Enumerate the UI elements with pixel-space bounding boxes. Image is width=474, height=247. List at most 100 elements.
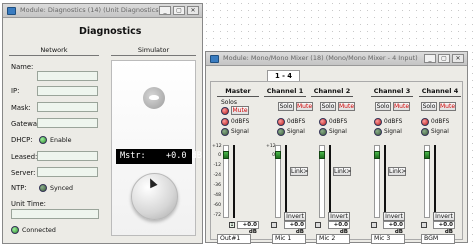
diagnostics-window: Module: Diagnostics (14) (Unit Diagnosti… — [2, 3, 203, 244]
channel-3-gang-box[interactable] — [371, 222, 377, 228]
master-signal-label: Signal — [231, 129, 249, 135]
scale-label: -36 — [213, 183, 221, 188]
channel-2-level-readout: +0.0 dB — [328, 221, 350, 235]
master-gang-indicator[interactable]: 1 — [229, 222, 235, 228]
channel-2-level-meter — [329, 145, 331, 218]
gateway-field — [37, 118, 98, 128]
channel-2-gang-box[interactable] — [315, 222, 321, 228]
master-mute-button[interactable]: Mute — [231, 106, 249, 115]
master-strip: Master Solos Mute 0dBFS Signal +12 0 -12… — [212, 87, 259, 244]
channel-4-signal-led — [421, 128, 429, 136]
solos-label: Solos — [221, 99, 237, 106]
channel-4-clip-led — [421, 118, 429, 126]
channel-3-invert-button[interactable]: Invert — [383, 212, 405, 221]
channel-2-signal-label: Signal — [329, 129, 347, 135]
channel-3-level-meter — [384, 145, 386, 218]
channel-4-invert-button[interactable]: Invert — [433, 212, 455, 221]
channel-2-name-field[interactable]: Mic 2 — [316, 234, 350, 244]
channel-2-signal-led — [319, 128, 327, 136]
name-field — [37, 71, 98, 81]
channel-4-mute-button[interactable]: Mute — [439, 102, 456, 111]
channel-3-solo-button[interactable]: Solo — [375, 102, 391, 111]
window-title: Module: Mono/Mono Mixer (18) (Mono/Mono … — [223, 54, 418, 62]
name-label: Name: — [11, 63, 34, 71]
channel-2-solo-button[interactable]: Solo — [320, 102, 336, 111]
channel-strip-1: Channel 1 Solo Mute 0dBFS Signal +12 0 L… — [264, 87, 313, 244]
channel-1-name-field[interactable]: Mic 1 — [272, 234, 306, 244]
close-button[interactable]: ✕ — [187, 6, 199, 15]
channel-4-gang-box[interactable] — [421, 222, 427, 228]
tab-1-4[interactable]: 1 - 4 — [267, 70, 300, 81]
scale-label: 0 — [218, 153, 221, 158]
restore-button[interactable]: ▢ — [173, 6, 185, 15]
channel-3-clip-led — [374, 118, 382, 126]
channel-strip-4: Channel 4 Solo Mute 0dBFS Signal Invert … — [419, 87, 461, 244]
master-name-field[interactable]: Out#1 — [217, 234, 251, 244]
server-field — [37, 167, 98, 177]
master-clip-led — [221, 118, 229, 126]
ntp-label: NTP: — [11, 184, 27, 192]
dhcp-label: DHCP: — [11, 136, 33, 144]
channel-4-solo-button[interactable]: Solo — [421, 102, 437, 111]
channel-1-gang-box[interactable] — [271, 222, 277, 228]
channel-1-signal-label: Signal — [287, 129, 305, 135]
app-icon — [7, 7, 16, 15]
channel-3-signal-label: Signal — [384, 129, 402, 135]
channel-1-solo-button[interactable]: Solo — [278, 102, 294, 111]
channel-header: Channel 2 — [311, 87, 353, 97]
channel-3-signal-led — [374, 128, 382, 136]
channel-4-level-readout: +0.0 dB — [433, 221, 455, 235]
leased-field — [37, 151, 98, 161]
channel-strip-2: Channel 2 Solo Mute 0dBFS Signal Link> I… — [311, 87, 355, 244]
ntp-status-text: Synced — [50, 185, 74, 192]
minimize-button[interactable]: _ — [159, 6, 171, 15]
device-logo-icon — [143, 87, 165, 109]
unit-time-field — [11, 209, 99, 219]
channel-4-name-field[interactable]: BGM — [421, 234, 455, 244]
channel-2-invert-button[interactable]: Invert — [328, 212, 350, 221]
channel-2-clip-led — [319, 118, 327, 126]
channel-2-mute-button[interactable]: Mute — [338, 102, 355, 111]
leased-label: Leased: — [11, 153, 38, 161]
master-signal-led — [221, 128, 229, 136]
solos-led — [221, 107, 229, 115]
scale-label: -48 — [213, 193, 221, 198]
diagnostics-titlebar[interactable]: Module: Diagnostics (14) (Unit Diagnosti… — [3, 4, 202, 18]
channel-4-fader-handle[interactable] — [424, 151, 430, 160]
channel-3-mute-button[interactable]: Mute — [393, 102, 410, 111]
channel-4-dbfs-label: 0dBFS — [431, 119, 450, 125]
server-label: Server: — [11, 169, 36, 177]
channel-2-fader-handle[interactable] — [319, 151, 325, 160]
channel-2-link-button[interactable]: Link> — [333, 167, 351, 176]
channel-3-name-field[interactable]: Mic 3 — [371, 234, 405, 244]
close-button[interactable]: ✕ — [452, 54, 464, 63]
master-fader-handle[interactable] — [223, 151, 229, 160]
channel-1-invert-button[interactable]: Invert — [284, 212, 306, 221]
channel-header: Channel 4 — [419, 87, 461, 97]
channel-1-dbfs-label: 0dBFS — [287, 119, 306, 125]
simulator-panel: Mstr: +0.0 dB — [111, 60, 202, 236]
scale-label: 0 — [272, 153, 275, 158]
ntp-status-led — [39, 184, 47, 192]
dhcp-status-text: Enable — [50, 137, 72, 144]
unit-time-label: Unit Time: — [11, 200, 46, 208]
channel-1-level-readout: +0.0 dB — [284, 221, 306, 235]
master-header: Master — [217, 87, 259, 97]
channel-3-fader-handle[interactable] — [374, 151, 380, 160]
channel-3-level-readout: +0.0 dB — [383, 221, 405, 235]
restore-button[interactable]: ▢ — [438, 54, 450, 63]
channel-1-link-button[interactable]: Link> — [290, 167, 308, 176]
connected-led — [11, 226, 19, 234]
channel-strip-3: Channel 3 Solo Mute 0dBFS Signal Link> I… — [371, 87, 413, 244]
scale-label: -72 — [213, 213, 221, 218]
mixer-titlebar[interactable]: Module: Mono/Mono Mixer (18) (Mono/Mono … — [206, 52, 467, 66]
master-dbfs-label: 0dBFS — [231, 119, 250, 125]
network-header: Network — [9, 46, 99, 56]
page-title: Diagnostics — [79, 26, 142, 37]
channel-1-fader-handle[interactable] — [275, 151, 281, 160]
scale-label: -60 — [213, 203, 221, 208]
channel-3-link-button[interactable]: Link> — [388, 167, 406, 176]
mixer-window: Module: Mono/Mono Mixer (18) (Mono/Mono … — [205, 51, 468, 244]
minimize-button[interactable]: _ — [424, 54, 436, 63]
channel-header: Channel 1 — [264, 87, 306, 97]
